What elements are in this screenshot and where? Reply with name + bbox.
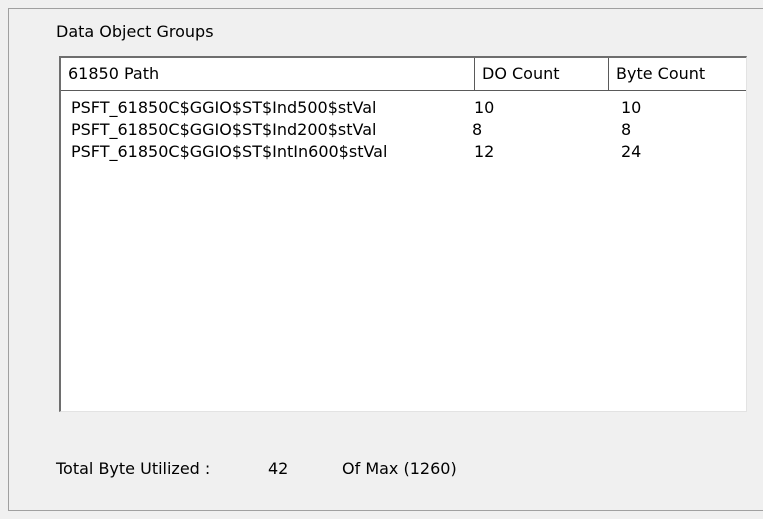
column-header-61850-path[interactable]: 61850 Path	[61, 58, 475, 90]
row-do-count-cell: 8	[472, 120, 483, 139]
data-object-groups-list[interactable]: 61850 Path DO Count Byte Count PSFT_6185…	[59, 56, 747, 412]
table-row[interactable]: PSFT_61850C$GGIO$ST$Ind200$stVal 8 8	[61, 119, 746, 141]
max-byte-text: Of Max (1260)	[342, 459, 457, 478]
row-do-count-cell: 10	[474, 98, 495, 117]
column-header-do-count[interactable]: DO Count	[475, 58, 609, 90]
column-header-byte-count[interactable]: Byte Count	[609, 58, 746, 90]
row-do-count-cell: 12	[474, 142, 495, 161]
group-title: Data Object Groups	[56, 22, 214, 41]
table-row[interactable]: PSFT_61850C$GGIO$ST$IntIn600$stVal 12 24	[61, 141, 746, 163]
row-path-cell: PSFT_61850C$GGIO$ST$IntIn600$stVal	[71, 142, 388, 161]
list-header: 61850 Path DO Count Byte Count	[61, 58, 746, 91]
list-rows: PSFT_61850C$GGIO$ST$Ind500$stVal 10 10 P…	[61, 97, 746, 163]
row-byte-count-cell: 10	[621, 98, 642, 117]
row-byte-count-cell: 8	[621, 120, 632, 139]
row-path-cell: PSFT_61850C$GGIO$ST$Ind500$stVal	[71, 98, 377, 117]
total-byte-label: Total Byte Utilized :	[56, 459, 211, 478]
row-path-cell: PSFT_61850C$GGIO$ST$Ind200$stVal	[71, 120, 377, 139]
total-byte-value: 42	[268, 459, 289, 478]
table-row[interactable]: PSFT_61850C$GGIO$ST$Ind500$stVal 10 10	[61, 97, 746, 119]
row-byte-count-cell: 24	[621, 142, 642, 161]
